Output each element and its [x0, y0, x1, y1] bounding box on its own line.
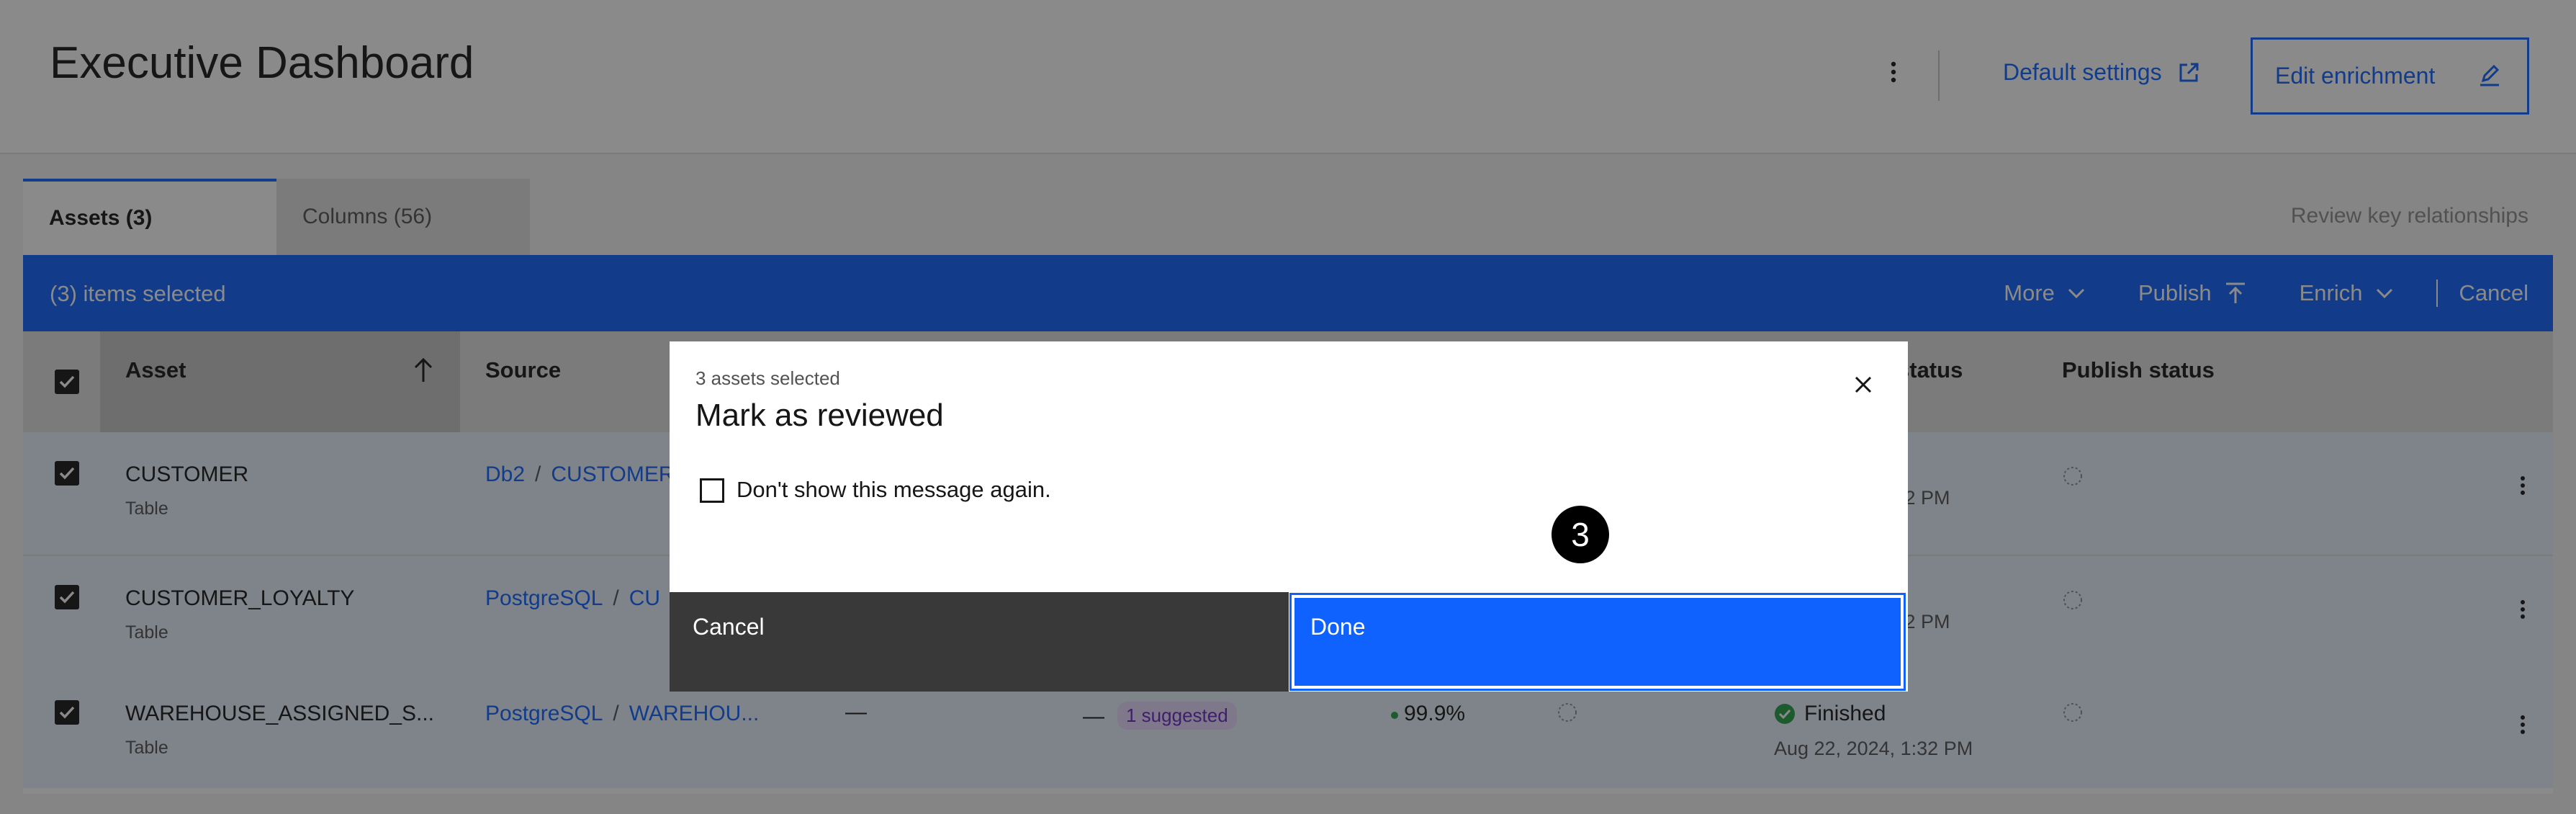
modal-label: 3 assets selected — [695, 367, 840, 389]
dont-show-again-checkbox[interactable] — [700, 478, 724, 503]
mark-as-reviewed-modal: 3 assets selected Mark as reviewed Don't… — [670, 341, 1908, 692]
close-icon — [1855, 376, 1872, 393]
modal-close-button[interactable] — [1847, 369, 1879, 401]
modal-heading: Mark as reviewed — [695, 398, 944, 433]
dont-show-again-label[interactable]: Don't show this message again. — [737, 477, 1051, 503]
modal-cancel-button[interactable]: Cancel — [670, 592, 1289, 692]
modal-done-button[interactable]: Done — [1289, 593, 1906, 691]
step-marker: 3 — [1552, 506, 1609, 563]
